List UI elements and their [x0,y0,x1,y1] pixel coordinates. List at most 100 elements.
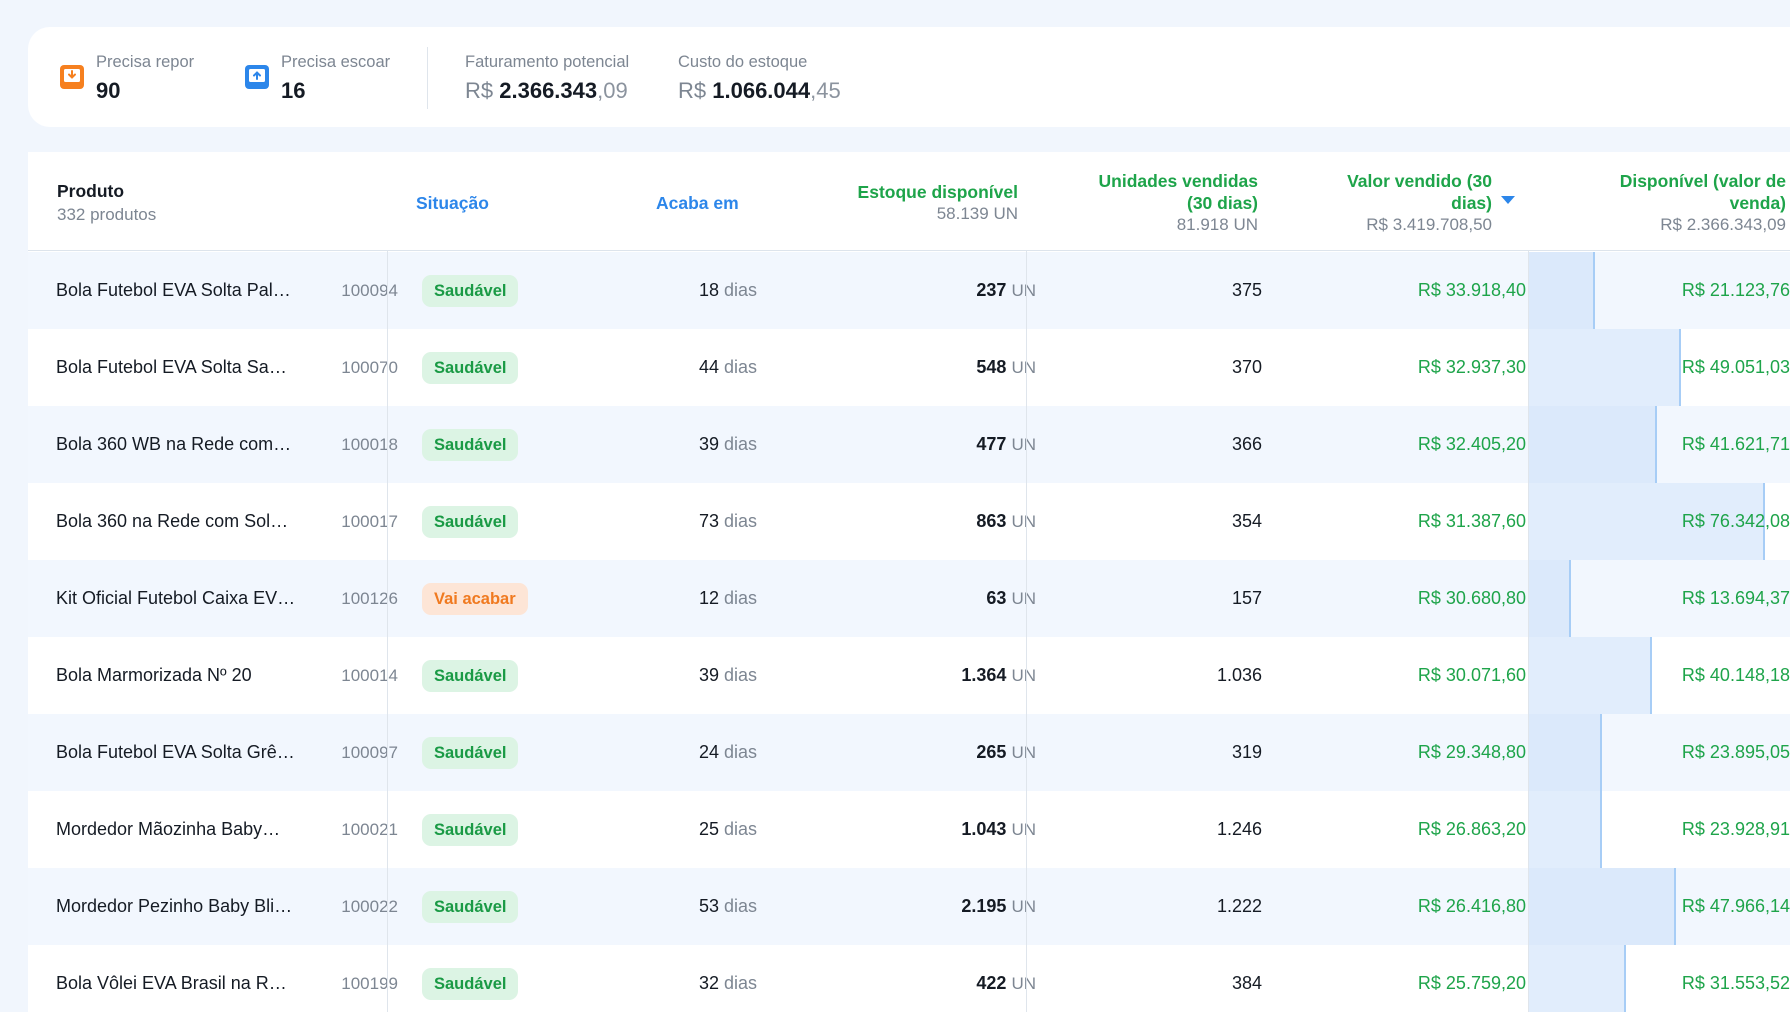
table-row[interactable]: Bola 360 WB na Rede com… 100018 Saudável 39… [28,406,1790,483]
product-sku: 100022 [341,897,398,916]
table-row[interactable]: Bola 360 na Rede com Sola… 100017 Saudável… [28,483,1790,560]
metric-label: Precisa repor [96,53,195,71]
status-cell: Saudável [422,637,519,714]
table-row[interactable]: Bola Marmorizada Nº 20 100014 Saudável 39 d… [28,637,1790,714]
ends-in-cell: 12 dias [698,588,758,608]
summary-divider [427,47,428,109]
metric-label: Precisa escoar [281,53,391,71]
units-sold-cell: 319 [1231,742,1262,762]
available-value-bar [1529,560,1571,637]
ends-in-cell: 32 dias [698,973,758,993]
status-cell: Vai acabar [422,560,528,637]
table-header: Produto 332 produtos Situação Acaba em E… [28,152,1790,251]
units-sold-cell: 354 [1231,511,1262,531]
ends-in-cell: 24 dias [698,742,758,762]
metric-faturamento-potencial: Faturamento potencial R$ 2.366.343,09 [465,52,629,104]
product-sku: 100014 [341,666,398,685]
status-badge: Saudável [422,737,519,770]
available-value-cell: R$ 40.148,18 [1681,665,1790,685]
ends-in-cell: 53 dias [698,896,758,916]
status-cell: Saudável [422,945,519,1012]
stock-cell: 1.043 UN [961,819,1036,839]
metric-custo-estoque: Custo do estoque R$ 1.066.044,45 [678,52,841,104]
product-name[interactable]: Kit Oficial Futebol Caixa EV… [56,560,296,637]
available-value-cell: R$ 21.123,76 [1681,280,1790,300]
product-name[interactable]: Bola Futebol EVA Solta Grê… [56,714,296,791]
status-badge: Saudável [422,660,519,693]
status-badge: Saudável [422,506,519,539]
value-sold-cell: R$ 30.071,60 [1417,665,1526,685]
available-value-cell: R$ 76.342,08 [1681,511,1790,531]
column-divider [387,251,388,1012]
value-sold-cell: R$ 31.387,60 [1417,511,1526,531]
value-sold-cell: R$ 25.759,20 [1417,973,1526,993]
stock-cell: 548 UN [976,357,1036,377]
column-header-situacao[interactable]: Situação [416,192,489,214]
table-row[interactable]: Mordedor Pezinho Baby Bli… 100022 Saudável… [28,868,1790,945]
status-cell: Saudável [422,483,519,560]
metric-value: 16 [281,78,306,103]
product-name[interactable]: Mordedor Pezinho Baby Bli… [56,868,296,945]
product-sku: 100017 [341,512,398,531]
value-sold-cell: R$ 29.348,80 [1417,742,1526,762]
summary-card: Precisa repor 90 Precisa escoar 16 Fatur… [28,27,1790,127]
product-name[interactable]: Bola Marmorizada Nº 20 [56,637,296,714]
status-cell: Saudável [422,868,519,945]
metric-value: 90 [96,78,121,103]
stock-cell: 2.195 UN [961,896,1036,916]
metric-precisa-escoar[interactable]: Precisa escoar 16 [281,52,390,104]
value-sold-cell: R$ 30.680,80 [1417,588,1526,608]
status-badge: Saudável [422,968,519,1001]
table-row[interactable]: Bola Futebol EVA Solta Pal… 100094 Saudáve… [28,252,1790,329]
product-sku: 100021 [341,820,398,839]
metric-precisa-repor[interactable]: Precisa repor 90 [96,52,194,104]
table-row[interactable]: Kit Oficial Futebol Caixa EV… 100126 Vai a… [28,560,1790,637]
table-row[interactable]: Bola Futebol EVA Solta Grê… 100097 Saudáve… [28,714,1790,791]
stock-cell: 265 UN [976,742,1036,762]
units-sold-cell: 1.036 [1216,665,1262,685]
table-row[interactable]: Mordedor Mãozinha Baby… 100021 Saudável 25 … [28,791,1790,868]
metric-label: Custo do estoque [678,53,808,71]
column-header-valor-vendido[interactable]: Valor vendido (30 dias) R$ 3.419.708,50 [1248,170,1492,236]
product-name[interactable]: Bola Futebol EVA Solta Pal… [56,252,296,329]
product-name[interactable]: Bola Futebol EVA Solta San… [56,329,296,406]
metric-money: R$ 1.066.044,45 [678,78,841,103]
stock-cell: 237 UN [976,280,1036,300]
product-name[interactable]: Bola 360 WB na Rede com… [56,406,296,483]
status-badge: Saudável [422,814,519,847]
table-row[interactable]: Bola Futebol EVA Solta San… 100070 Saudáve… [28,329,1790,406]
ends-in-cell: 73 dias [698,511,758,531]
product-count: 332 produtos [57,205,157,224]
stock-cell: 63 UN [986,588,1036,608]
column-divider [1026,251,1027,1012]
available-value-cell: R$ 41.621,71 [1681,434,1790,454]
status-badge: Saudável [422,275,519,308]
column-header-unidades-vendidas[interactable]: Unidades vendidas (30 dias) 81.918 UN [1018,170,1259,236]
status-badge: Saudável [422,891,519,924]
status-cell: Saudável [422,406,519,483]
status-cell: Saudável [422,791,519,868]
value-sold-cell: R$ 33.918,40 [1417,280,1526,300]
column-header-produto[interactable]: Produto 332 produtos [57,180,156,226]
value-sold-cell: R$ 32.937,30 [1417,357,1526,377]
ends-in-cell: 25 dias [698,819,758,839]
column-header-acaba-em[interactable]: Acaba em [656,192,739,214]
column-header-disponivel[interactable]: Disponível (valor de venda) R$ 2.366.343… [1508,170,1786,236]
available-value-cell: R$ 47.966,14 [1681,896,1790,916]
column-header-estoque[interactable]: Estoque disponível 58.139 UN [808,181,1018,225]
table-row[interactable]: Bola Vôlei EVA Brasil na Re… 100199 Saudáv… [28,945,1790,1012]
ends-in-cell: 39 dias [698,665,758,685]
available-value-cell: R$ 23.895,05 [1681,742,1790,762]
ends-in-cell: 18 dias [698,280,758,300]
stock-cell: 863 UN [976,511,1036,531]
product-name[interactable]: Bola 360 na Rede com Sola… [56,483,296,560]
restock-up-icon [245,65,269,89]
units-sold-cell: 370 [1231,357,1262,377]
metric-label: Faturamento potencial [465,53,630,71]
products-table: Produto 332 produtos Situação Acaba em E… [28,152,1790,1012]
status-badge: Saudável [422,429,519,462]
product-sku: 100094 [341,281,398,300]
status-cell: Saudável [422,714,519,791]
product-name[interactable]: Mordedor Mãozinha Baby… [56,791,296,868]
product-name[interactable]: Bola Vôlei EVA Brasil na Re… [56,945,296,1012]
